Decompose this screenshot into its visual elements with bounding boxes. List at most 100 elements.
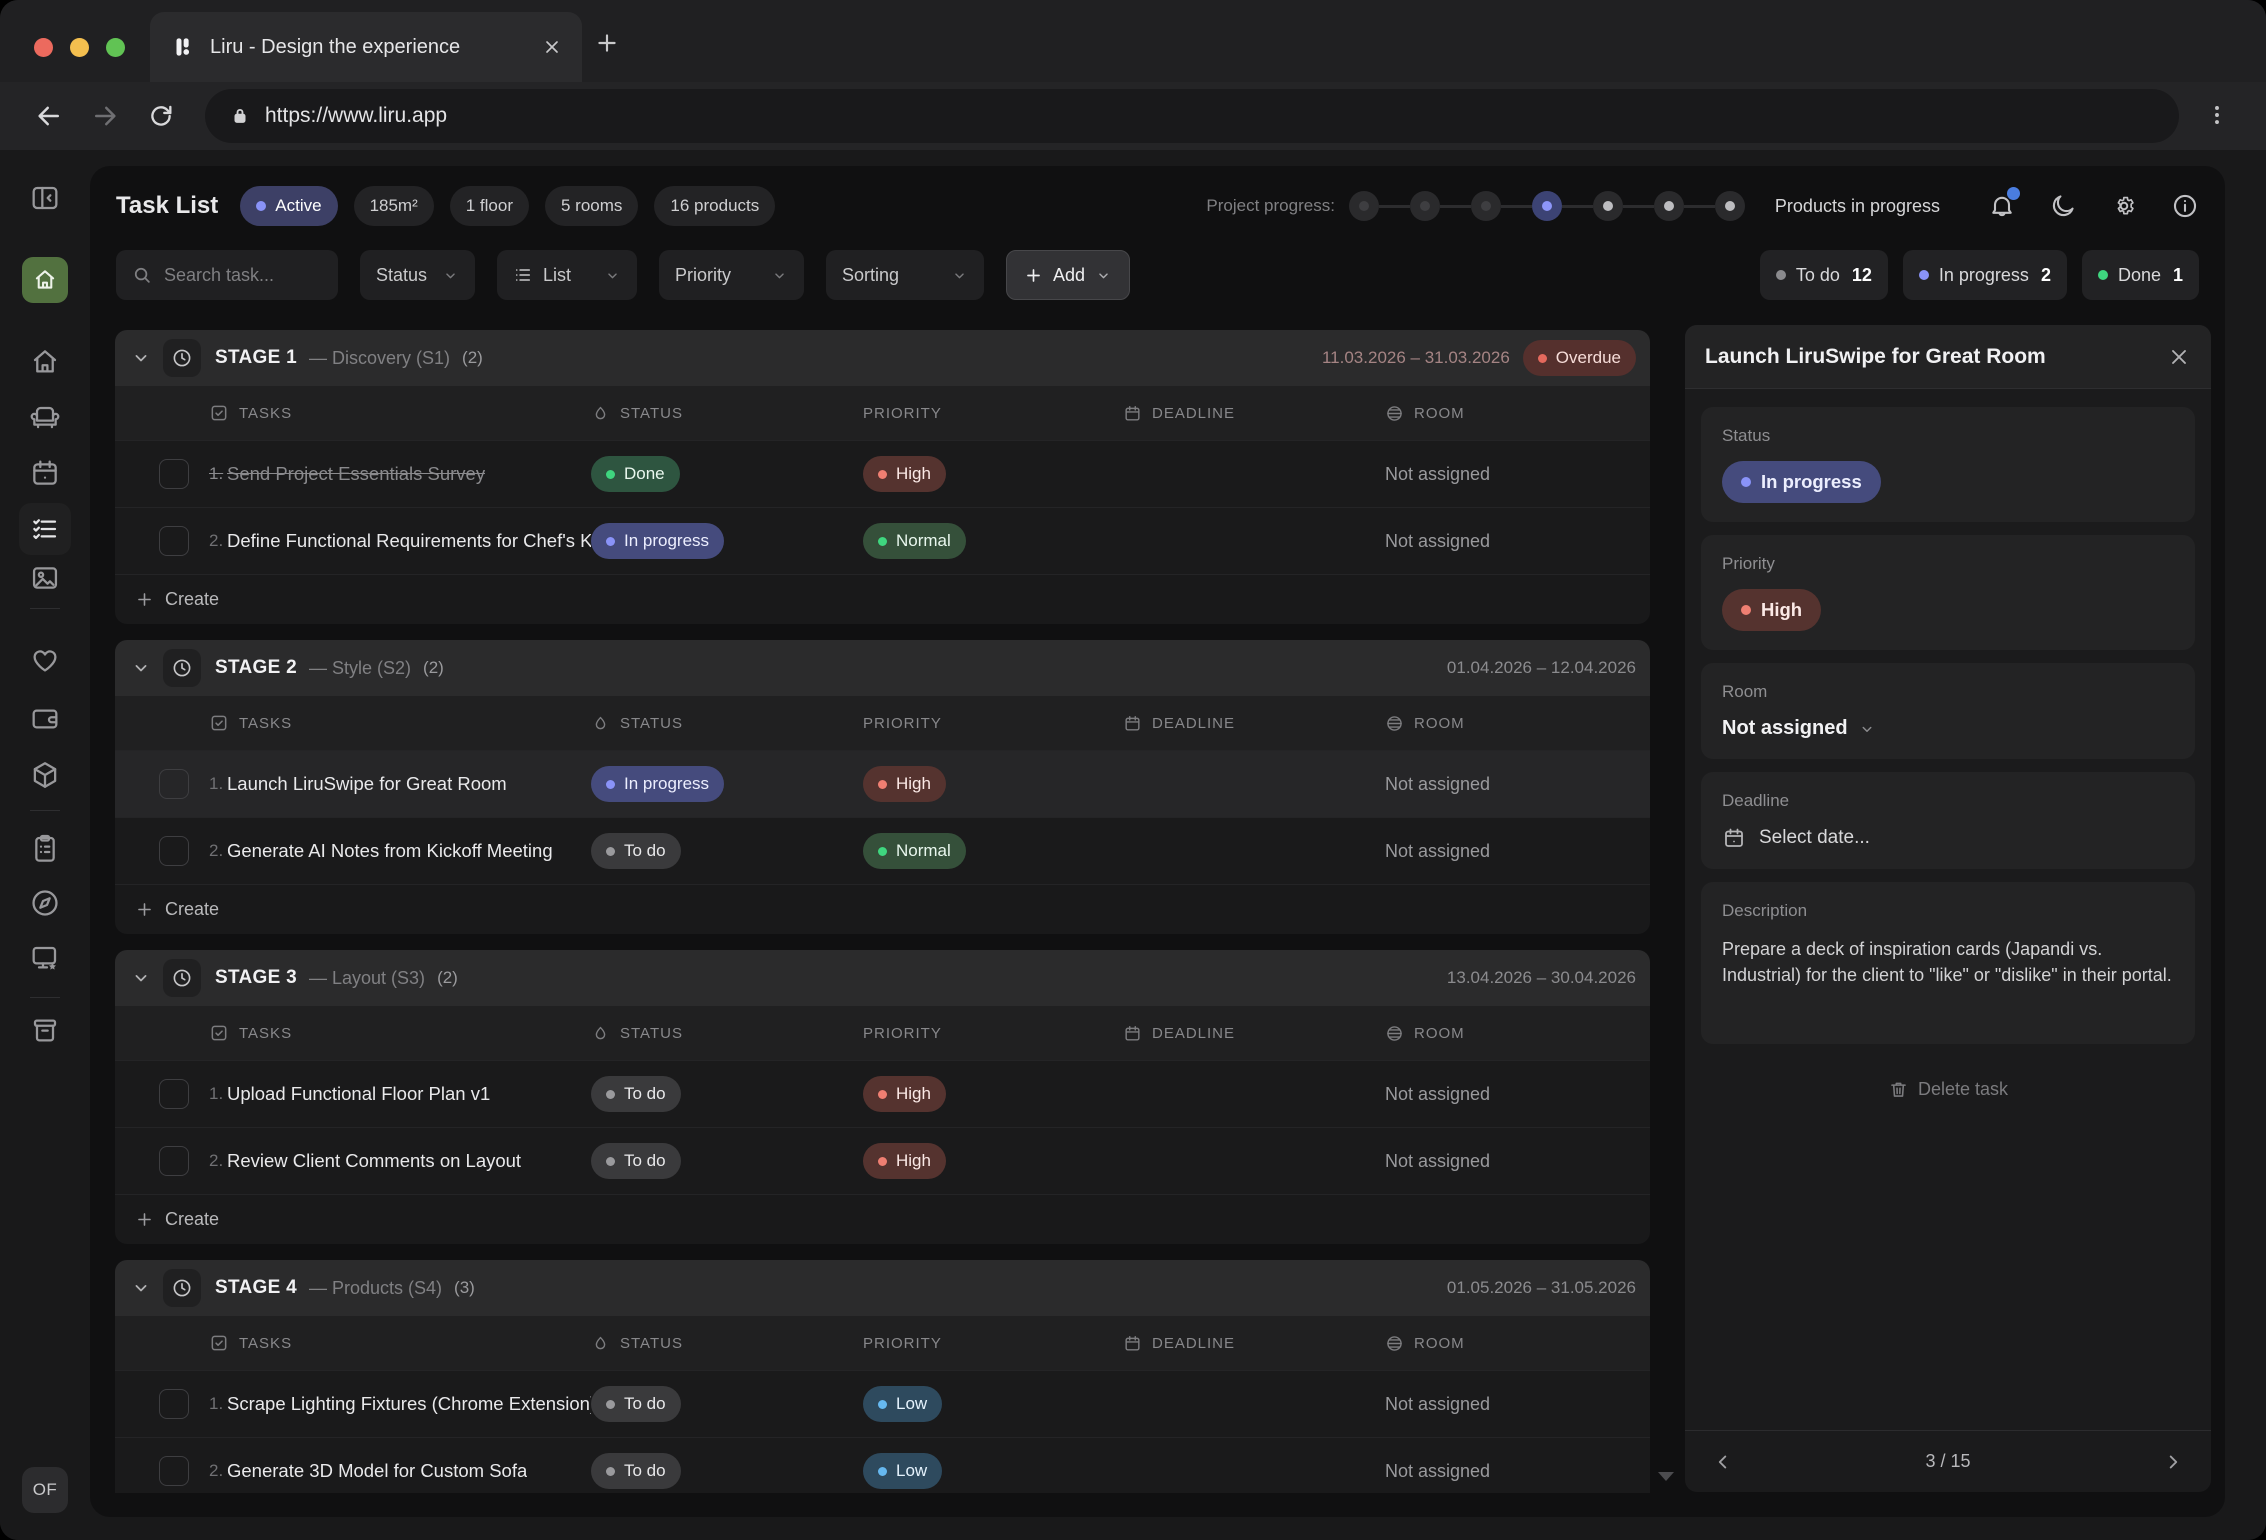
status-badge[interactable]: To do	[591, 1453, 681, 1489]
stage-header[interactable]: STAGE 1 — Discovery (S1) (2) 11.03.2026 …	[115, 330, 1650, 386]
browser-menu-icon[interactable]	[2204, 102, 2230, 128]
status-filter-dropdown[interactable]: Status	[360, 250, 475, 300]
minimize-window-button[interactable]	[70, 38, 89, 57]
sidebar-item-home-icon[interactable]	[29, 346, 61, 378]
new-tab-button[interactable]	[594, 30, 620, 56]
sidebar-item-archive-icon[interactable]	[29, 1014, 61, 1046]
url-bar[interactable]: https://www.liru.app	[205, 89, 2179, 143]
create-task-button[interactable]: Create	[115, 574, 1650, 624]
dark-mode-moon-icon[interactable]	[2049, 192, 2077, 220]
settings-gear-icon[interactable]	[2110, 192, 2138, 220]
deadline-label: Deadline	[1722, 791, 2174, 811]
todo-count-chip[interactable]: To do12	[1760, 250, 1888, 300]
status-badge[interactable]: In progress	[591, 523, 724, 559]
create-task-button[interactable]: Create	[115, 884, 1650, 934]
stage-header[interactable]: STAGE 2 — Style (S2) (2) 01.04.2026 – 12…	[115, 640, 1650, 696]
sidebar-item-favorites-icon[interactable]	[29, 644, 61, 676]
priority-value-chip[interactable]: High	[1722, 589, 1821, 631]
delete-task-button[interactable]: Delete task	[1701, 1079, 2195, 1100]
collapse-chevron-icon[interactable]	[131, 348, 151, 368]
sorting-dropdown[interactable]: Sorting	[826, 250, 984, 300]
task-row[interactable]: 2.Define Functional Requirements for Che…	[115, 507, 1650, 574]
back-icon[interactable]	[34, 101, 64, 131]
task-row[interactable]: 2.Generate 3D Model for Custom Sofa To d…	[115, 1437, 1650, 1493]
task-row-selected[interactable]: 1.Launch LiruSwipe for Great Room In pro…	[115, 750, 1650, 817]
priority-filter-dropdown[interactable]: Priority	[659, 250, 804, 300]
stage-header[interactable]: STAGE 4 — Products (S4) (3) 01.05.2026 –…	[115, 1260, 1650, 1316]
zoom-window-button[interactable]	[106, 38, 125, 57]
close-icon[interactable]	[2167, 345, 2191, 369]
tab-close-icon[interactable]	[542, 37, 562, 57]
status-badge[interactable]: To do	[591, 1386, 681, 1422]
status-badge[interactable]: Done	[591, 456, 680, 492]
add-task-button[interactable]: Add	[1006, 250, 1130, 300]
reload-icon[interactable]	[147, 102, 175, 130]
task-row[interactable]: 1.Scrape Lighting Fixtures (Chrome Exten…	[115, 1370, 1650, 1437]
sidebar-item-images-icon[interactable]	[29, 562, 61, 594]
status-badge[interactable]: In progress	[591, 766, 724, 802]
priority-badge[interactable]: Normal	[863, 523, 966, 559]
sidebar-item-explore-icon[interactable]	[29, 887, 61, 919]
done-count-chip[interactable]: Done1	[2082, 250, 2199, 300]
priority-badge[interactable]: Low	[863, 1386, 942, 1422]
panel-toggle-icon[interactable]	[29, 182, 61, 214]
sidebar-item-tasks-icon[interactable]	[19, 503, 71, 555]
status-badge[interactable]: To do	[591, 833, 681, 869]
task-checkbox[interactable]	[159, 459, 189, 489]
priority-badge[interactable]: High	[863, 456, 946, 492]
sidebar-item-showroom-icon[interactable]	[29, 942, 61, 974]
collapse-chevron-icon[interactable]	[131, 1278, 151, 1298]
sidebar-item-products-icon[interactable]	[29, 759, 61, 791]
task-checkbox[interactable]	[159, 526, 189, 556]
task-checkbox[interactable]	[159, 769, 189, 799]
clock-icon[interactable]	[163, 649, 201, 687]
inprogress-count-chip[interactable]: In progress2	[1903, 250, 2067, 300]
status-value-chip[interactable]: In progress	[1722, 461, 1881, 503]
chevron-left-icon[interactable]	[1712, 1451, 1734, 1473]
task-row[interactable]: 1.Send Project Essentials Survey Done Hi…	[115, 440, 1650, 507]
room-select[interactable]: Not assigned	[1722, 717, 2174, 740]
notifications-bell-icon[interactable]	[1988, 192, 2016, 220]
sidebar-item-clipboard-icon[interactable]	[29, 832, 61, 864]
deadline-date-picker[interactable]: Select date...	[1722, 826, 2174, 850]
sidebar-item-project-home[interactable]	[22, 257, 68, 303]
sidebar-item-furniture-icon[interactable]	[29, 402, 61, 434]
stage-task-count: (2)	[437, 968, 458, 988]
priority-badge[interactable]: High	[863, 1143, 946, 1179]
priority-badge[interactable]: High	[863, 1076, 946, 1112]
task-checkbox[interactable]	[159, 1456, 189, 1486]
sidebar-item-budget-icon[interactable]	[29, 702, 61, 734]
task-checkbox[interactable]	[159, 1079, 189, 1109]
stage-header[interactable]: STAGE 3 — Layout (S3) (2) 13.04.2026 – 3…	[115, 950, 1650, 1006]
browser-tab[interactable]: Liru - Design the experience	[150, 12, 582, 82]
view-mode-dropdown[interactable]: List	[497, 250, 637, 300]
description-text[interactable]: Prepare a deck of inspiration cards (Jap…	[1722, 936, 2174, 988]
info-icon[interactable]	[2171, 192, 2199, 220]
clock-icon[interactable]	[163, 959, 201, 997]
task-row[interactable]: 2.Review Client Comments on Layout To do…	[115, 1127, 1650, 1194]
task-checkbox[interactable]	[159, 1389, 189, 1419]
create-task-button[interactable]: Create	[115, 1194, 1650, 1244]
collapse-chevron-icon[interactable]	[131, 658, 151, 678]
status-badge[interactable]: To do	[591, 1076, 681, 1112]
priority-badge[interactable]: Normal	[863, 833, 966, 869]
project-status-pill[interactable]: Active	[240, 186, 337, 226]
task-row[interactable]: 2.Generate AI Notes from Kickoff Meeting…	[115, 817, 1650, 884]
status-badge[interactable]: To do	[591, 1143, 681, 1179]
close-window-button[interactable]	[34, 38, 53, 57]
clock-icon[interactable]	[163, 339, 201, 377]
forward-icon[interactable]	[90, 101, 120, 131]
task-row[interactable]: 1.Upload Functional Floor Plan v1 To do …	[115, 1060, 1650, 1127]
task-checkbox[interactable]	[159, 1146, 189, 1176]
priority-badge[interactable]: Low	[863, 1453, 942, 1489]
sidebar-item-calendar-icon[interactable]	[29, 457, 61, 489]
room-value: Not assigned	[1385, 531, 1490, 552]
collapse-chevron-icon[interactable]	[131, 968, 151, 988]
clock-icon[interactable]	[163, 1269, 201, 1307]
task-checkbox[interactable]	[159, 836, 189, 866]
scroll-down-indicator[interactable]	[1658, 1472, 1674, 1481]
chevron-right-icon[interactable]	[2162, 1451, 2184, 1473]
user-avatar[interactable]: OF	[22, 1467, 68, 1513]
search-input[interactable]: Search task...	[116, 250, 338, 300]
priority-badge[interactable]: High	[863, 766, 946, 802]
